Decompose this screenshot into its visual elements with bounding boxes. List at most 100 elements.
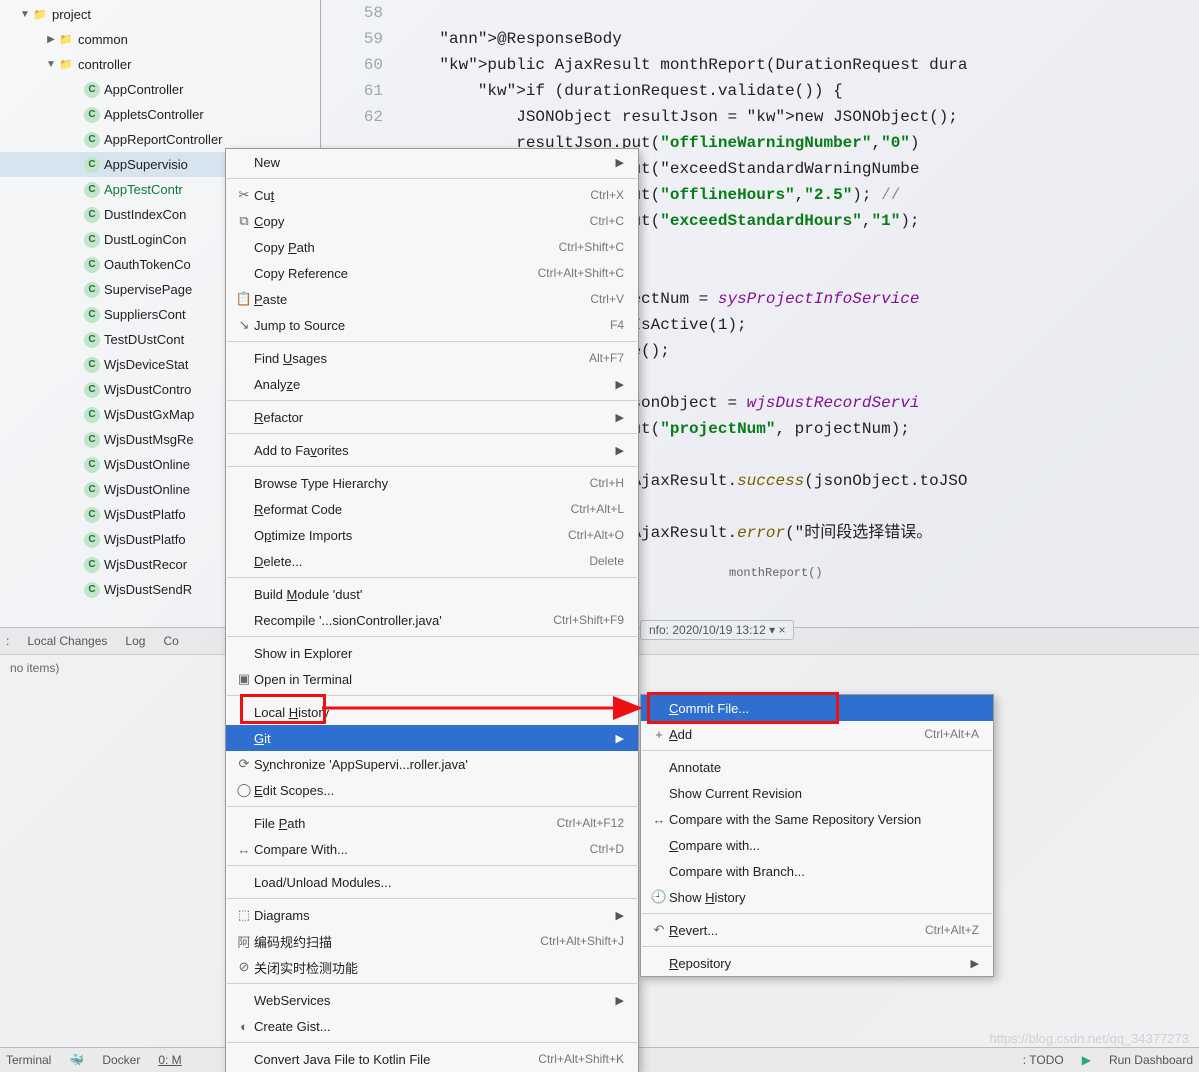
阿-icon: 阿: [234, 932, 254, 951]
menu-item[interactable]: ⟳Synchronize 'AppSupervi...roller.java': [226, 751, 638, 777]
menu-item[interactable]: Compare with Branch...: [641, 858, 993, 884]
menu-item[interactable]: Reformat CodeCtrl+Alt+L: [226, 496, 638, 522]
⟳-icon: ⟳: [234, 756, 254, 772]
panel-tab[interactable]: :: [6, 634, 9, 648]
menu-item-label: Optimize Imports: [254, 528, 568, 543]
status-messages[interactable]: 0: M: [158, 1053, 181, 1067]
menu-item[interactable]: Copy ReferenceCtrl+Alt+Shift+C: [226, 260, 638, 286]
menu-item[interactable]: Show Current Revision: [641, 780, 993, 806]
class-icon: C: [84, 457, 100, 473]
chevron-right-icon: ▶: [616, 378, 624, 391]
menu-item[interactable]: Analyze▶: [226, 371, 638, 397]
menu-item-shortcut: Ctrl+C: [590, 214, 624, 228]
menu-item[interactable]: Add to Favorites▶: [226, 437, 638, 463]
menu-item-label: Compare with the Same Repository Version: [669, 812, 979, 827]
menu-item[interactable]: Repository▶: [641, 950, 993, 976]
menu-item[interactable]: ⊘关闭实时检测功能: [226, 954, 638, 980]
menu-item[interactable]: Annotate: [641, 754, 993, 780]
class-icon: C: [84, 432, 100, 448]
tree-file[interactable]: CAppletsController: [0, 102, 320, 127]
menu-item-label: Load/Unload Modules...: [254, 875, 624, 890]
menu-item-label: Annotate: [669, 760, 979, 775]
tree-folder-common[interactable]: ▶ 📁 common: [0, 27, 320, 52]
menu-item[interactable]: ↔Compare with the Same Repository Versio…: [641, 806, 993, 832]
menu-item[interactable]: New▶: [226, 149, 638, 175]
panel-tab-local-changes[interactable]: Local Changes: [27, 634, 107, 648]
chevron-right-icon: ▶: [616, 444, 624, 457]
tree-label: WjsDustPlatfo: [104, 532, 186, 547]
menu-item-label: Find Usages: [254, 351, 589, 366]
↔-icon: ↔: [234, 842, 254, 857]
menu-item[interactable]: Commit File...: [641, 695, 993, 721]
menu-item[interactable]: Delete...Delete: [226, 548, 638, 574]
tree-label: WjsDustOnline: [104, 457, 190, 472]
tree-label: WjsDustOnline: [104, 482, 190, 497]
menu-item[interactable]: 阿编码规约扫描Ctrl+Alt+Shift+J: [226, 928, 638, 954]
🕘-icon: 🕘: [649, 889, 669, 905]
menu-item[interactable]: Show in Explorer: [226, 640, 638, 666]
menu-item[interactable]: Recompile '...sionController.java'Ctrl+S…: [226, 607, 638, 633]
tree-file[interactable]: CAppController: [0, 77, 320, 102]
menu-item[interactable]: ▣Open in Terminal: [226, 666, 638, 692]
menu-item[interactable]: ◐Create Gist...: [226, 1013, 638, 1039]
status-run-dashboard[interactable]: Run Dashboard: [1109, 1053, 1193, 1067]
menu-item[interactable]: ⧉CopyCtrl+C: [226, 208, 638, 234]
menu-item-label: Reformat Code: [254, 502, 571, 517]
folder-icon: 📁: [32, 7, 48, 23]
menu-item[interactable]: Git▶: [226, 725, 638, 751]
menu-item-shortcut: Ctrl+X: [590, 188, 624, 202]
menu-item[interactable]: 🕘Show History: [641, 884, 993, 910]
tree-label: WjsDustGxMap: [104, 407, 194, 422]
▣-icon: ▣: [234, 671, 254, 687]
chevron-right-icon: ▶: [616, 909, 624, 922]
watermark: https://blog.csdn.net/qq_34377273: [990, 1031, 1190, 1046]
class-icon: C: [84, 407, 100, 423]
menu-item[interactable]: ↶Revert...Ctrl+Alt+Z: [641, 917, 993, 943]
menu-item-label: Local History: [254, 705, 616, 720]
panel-tab[interactable]: Co: [163, 634, 178, 648]
menu-item[interactable]: +AddCtrl+Alt+A: [641, 721, 993, 747]
📋-icon: 📋: [234, 291, 254, 307]
menu-item-label: Compare with...: [669, 838, 979, 853]
menu-item-shortcut: Ctrl+Alt+Shift+C: [538, 266, 624, 280]
menu-item[interactable]: File PathCtrl+Alt+F12: [226, 810, 638, 836]
menu-item-label: Analyze: [254, 377, 616, 392]
notification-chip[interactable]: nfo: 2020/10/19 13:12 ▾ ×: [640, 620, 794, 640]
menu-item[interactable]: ↘Jump to SourceF4: [226, 312, 638, 338]
editor-breadcrumb[interactable]: monthReport(): [721, 560, 1199, 582]
menu-item[interactable]: WebServices▶: [226, 987, 638, 1013]
menu-item[interactable]: ◯Edit Scopes...: [226, 777, 638, 803]
menu-item[interactable]: Refactor▶: [226, 404, 638, 430]
git-submenu[interactable]: Commit File...+AddCtrl+Alt+A Annotate Show…: [640, 694, 994, 977]
tree-folder-project[interactable]: ▼ 📁 project: [0, 2, 320, 27]
menu-item[interactable]: ⬚Diagrams▶: [226, 902, 638, 928]
panel-tab-log[interactable]: Log: [125, 634, 145, 648]
menu-item[interactable]: Build Module 'dust': [226, 581, 638, 607]
menu-item-label: Compare with Branch...: [669, 864, 979, 879]
status-docker[interactable]: Docker: [102, 1053, 140, 1067]
menu-item[interactable]: Find UsagesAlt+F7: [226, 345, 638, 371]
tree-label: OauthTokenCo: [104, 257, 191, 272]
menu-item[interactable]: Load/Unload Modules...: [226, 869, 638, 895]
menu-item[interactable]: Copy PathCtrl+Shift+C: [226, 234, 638, 260]
class-icon: C: [84, 307, 100, 323]
menu-item-shortcut: Ctrl+Shift+F9: [553, 613, 624, 627]
menu-item[interactable]: Compare with...: [641, 832, 993, 858]
menu-item[interactable]: Convert Java File to Kotlin FileCtrl+Alt…: [226, 1046, 638, 1072]
tree-folder-controller[interactable]: ▼ 📁 controller: [0, 52, 320, 77]
status-todo[interactable]: : TODO: [1023, 1053, 1064, 1067]
menu-item-label: Convert Java File to Kotlin File: [254, 1052, 538, 1067]
menu-item[interactable]: Browse Type HierarchyCtrl+H: [226, 470, 638, 496]
menu-item-label: Repository: [669, 956, 971, 971]
menu-item[interactable]: 📋PasteCtrl+V: [226, 286, 638, 312]
menu-item[interactable]: ✂CutCtrl+X: [226, 182, 638, 208]
chevron-right-icon: ▶: [616, 156, 624, 169]
menu-item[interactable]: ↔Compare With...Ctrl+D: [226, 836, 638, 862]
class-icon: C: [84, 257, 100, 273]
menu-item[interactable]: Local History▶: [226, 699, 638, 725]
menu-item[interactable]: Optimize ImportsCtrl+Alt+O: [226, 522, 638, 548]
tree-label: AppController: [104, 82, 184, 97]
status-terminal[interactable]: Terminal: [6, 1053, 51, 1067]
context-menu[interactable]: New▶ ✂CutCtrl+X⧉CopyCtrl+CCopy PathCtrl+S…: [225, 148, 639, 1072]
tree-label: SupervisePage: [104, 282, 192, 297]
